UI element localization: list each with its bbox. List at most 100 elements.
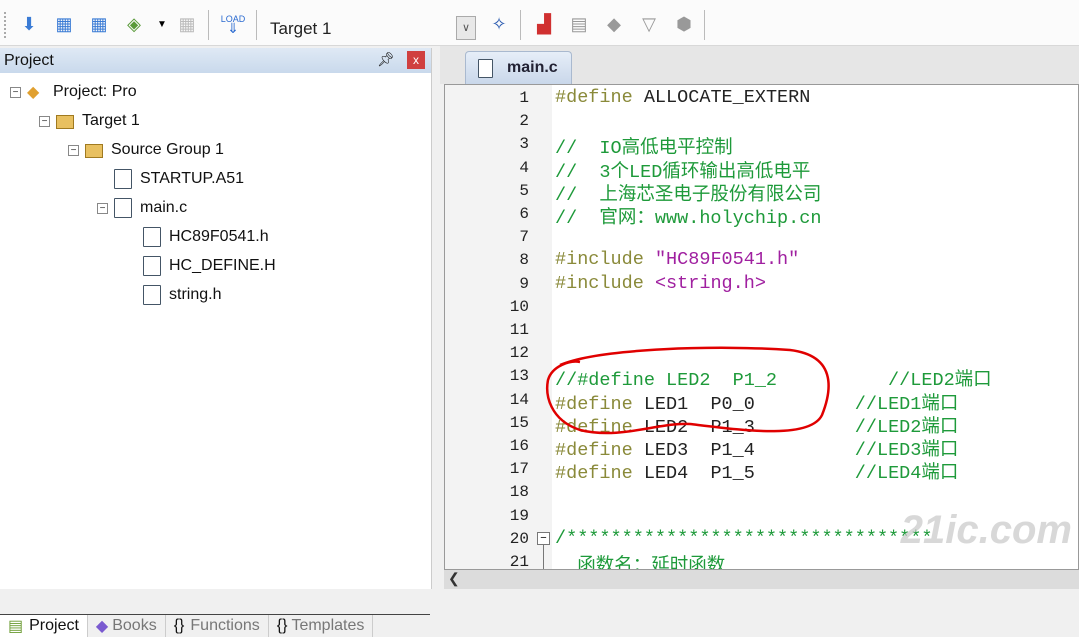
code-token: LED4 P1_5 bbox=[643, 463, 755, 485]
code-line: #define LED3 P1_4 //LED3端口 bbox=[555, 435, 958, 461]
panel-tabs: ▤ Project ◆ Books {} Functions {} Templates bbox=[0, 614, 430, 637]
tab-label: Templates bbox=[291, 617, 365, 634]
manage-components-icon[interactable]: ▟ bbox=[532, 13, 556, 35]
collapse-icon[interactable]: − bbox=[97, 202, 108, 214]
tab-label: Project bbox=[29, 617, 79, 634]
line-number: 15 bbox=[509, 413, 529, 432]
line-number: 20 bbox=[509, 529, 529, 548]
tab-label: main.c bbox=[507, 59, 558, 76]
stop-build-icon: ▦ bbox=[178, 13, 196, 34]
line-number: 6 bbox=[519, 205, 529, 223]
tab-functions[interactable]: {} Functions bbox=[166, 615, 269, 637]
dropdown-arrow-icon[interactable]: ▼ bbox=[150, 13, 174, 35]
file-icon bbox=[114, 198, 132, 218]
line-number: 7 bbox=[519, 228, 529, 247]
code-line: 函数名：延时函数 bbox=[555, 551, 726, 570]
tree-node-label: HC_DEFINE.H bbox=[169, 257, 276, 274]
line-number: 5 bbox=[519, 181, 529, 200]
close-panel-button[interactable]: x bbox=[407, 51, 425, 69]
code-token: ALLOCATE_EXTERN bbox=[643, 87, 811, 108]
collapse-icon[interactable]: − bbox=[68, 144, 79, 156]
line-number: 4 bbox=[519, 158, 529, 177]
select-packs-icon[interactable]: ◆ bbox=[602, 13, 626, 35]
fold-collapse-icon[interactable]: − bbox=[537, 532, 550, 545]
code-line: // 上海芯圣电子股份有限公司 bbox=[555, 180, 821, 206]
line-number: 13 bbox=[509, 367, 529, 386]
file-icon bbox=[114, 169, 132, 189]
tree-node[interactable]: − ◆ Project: Pro bbox=[10, 80, 137, 104]
file-icon bbox=[478, 58, 493, 78]
line-number: 12 bbox=[509, 344, 529, 363]
rebuild-icon[interactable]: ▦ bbox=[87, 13, 111, 35]
code-token: <string.h> bbox=[654, 272, 766, 294]
templates-icon: {} bbox=[276, 617, 288, 634]
line-number: 18 bbox=[509, 483, 529, 502]
code-token: #include bbox=[555, 249, 644, 271]
tree-node[interactable]: string.h bbox=[143, 283, 221, 307]
tree-node[interactable]: − Target 1 bbox=[39, 109, 140, 133]
code-token: // 官网：www.holychip.cn bbox=[555, 208, 822, 229]
code-token: 函数名：延时函数 bbox=[555, 556, 726, 570]
code-token: //LED4端口 bbox=[754, 463, 959, 485]
tree-node[interactable]: − main.c bbox=[97, 196, 187, 220]
code-line: #define LED1 P0_0 //LED1端口 bbox=[555, 389, 958, 415]
project-panel-title: Project bbox=[4, 51, 54, 69]
line-number-gutter: 1 2 3 4 5 6 7 8 9 10 11 12 13 14 15 16 17 18 19 20 21 bbox=[445, 85, 552, 569]
folder-icon bbox=[56, 115, 74, 129]
code-line: /********************************* bbox=[555, 528, 932, 549]
pack-installer-icon[interactable]: ▽ bbox=[637, 13, 661, 35]
line-number: 17 bbox=[509, 460, 529, 479]
line-number: 14 bbox=[509, 390, 529, 409]
line-number: 21 bbox=[509, 553, 529, 570]
batch-build-icon[interactable]: ◈ bbox=[122, 13, 146, 35]
code-token: #include bbox=[555, 272, 644, 294]
scroll-left-icon[interactable]: ❮ bbox=[448, 570, 460, 587]
horizontal-scrollbar[interactable]: ❮ bbox=[444, 570, 1079, 589]
collapse-icon[interactable]: − bbox=[10, 86, 21, 98]
tree-node[interactable]: HC_DEFINE.H bbox=[143, 254, 276, 278]
tab-label: Books bbox=[112, 617, 157, 634]
line-number: 11 bbox=[509, 321, 529, 339]
tree-node[interactable]: HC89F0541.h bbox=[143, 225, 269, 249]
tree-node[interactable]: STARTUP.A51 bbox=[114, 167, 244, 191]
target-options-icon[interactable]: ✧ bbox=[487, 13, 511, 35]
code-token: /********************************* bbox=[555, 527, 933, 549]
file-extensions-icon[interactable]: ▤ bbox=[567, 13, 591, 35]
code-line: #define LED2 P1_3 //LED2端口 bbox=[555, 412, 958, 438]
watermark-logo: 21ic.com bbox=[900, 508, 1072, 552]
tree-node-label: Source Group 1 bbox=[111, 141, 224, 158]
editor: main.c 1 2 3 4 5 6 7 8 9 10 11 12 13 14 15 16 17 18 19 20 21… bbox=[440, 46, 1079, 589]
functions-icon: {} bbox=[173, 617, 185, 634]
tree-node-label: main.c bbox=[140, 199, 188, 216]
manage-packs-icon[interactable]: ⬢ bbox=[672, 13, 696, 35]
file-icon bbox=[143, 227, 161, 247]
line-number: 19 bbox=[509, 506, 529, 525]
project-tab-icon: ▤ bbox=[8, 618, 24, 635]
line-number: 10 bbox=[509, 297, 529, 316]
build-icon[interactable]: ▦ bbox=[52, 13, 76, 35]
folder-icon bbox=[85, 144, 103, 158]
line-number: 9 bbox=[519, 274, 529, 293]
collapse-icon[interactable]: − bbox=[39, 115, 50, 127]
code-line: #define ALLOCATE_EXTERN bbox=[555, 87, 810, 108]
target-select[interactable]: Target 1 bbox=[270, 19, 331, 39]
line-number: 2 bbox=[519, 112, 529, 131]
toolbar-grip[interactable] bbox=[4, 12, 6, 38]
tab-templates[interactable]: {} Templates bbox=[269, 615, 374, 637]
code-area[interactable]: 1 2 3 4 5 6 7 8 9 10 11 12 13 14 15 16 17 18 19 20 21 #defin… bbox=[444, 84, 1079, 570]
pin-icon[interactable]: 📌︎ bbox=[377, 51, 395, 68]
tree-node-label: Project: Pro bbox=[53, 83, 137, 100]
chevron-down-icon[interactable]: ∨ bbox=[456, 16, 476, 40]
load-icon[interactable]: LOAD ⇓ bbox=[221, 13, 246, 36]
project-panel: Project 📌︎ x − ◆ Project: Pro − Target 1− Sou… bbox=[0, 48, 432, 637]
tab-books[interactable]: ◆ Books bbox=[88, 615, 166, 637]
project-icon: ◆ bbox=[27, 84, 40, 101]
file-icon bbox=[143, 256, 161, 276]
translate-icon[interactable]: ⬇ bbox=[17, 13, 41, 35]
file-icon bbox=[143, 285, 161, 305]
tab-project[interactable]: ▤ Project bbox=[0, 615, 88, 637]
editor-tabs: main.c bbox=[440, 46, 1079, 84]
tree-node[interactable]: − Source Group 1 bbox=[68, 138, 224, 162]
tab-main-c[interactable]: main.c bbox=[465, 51, 572, 84]
line-number: 3 bbox=[519, 135, 529, 154]
